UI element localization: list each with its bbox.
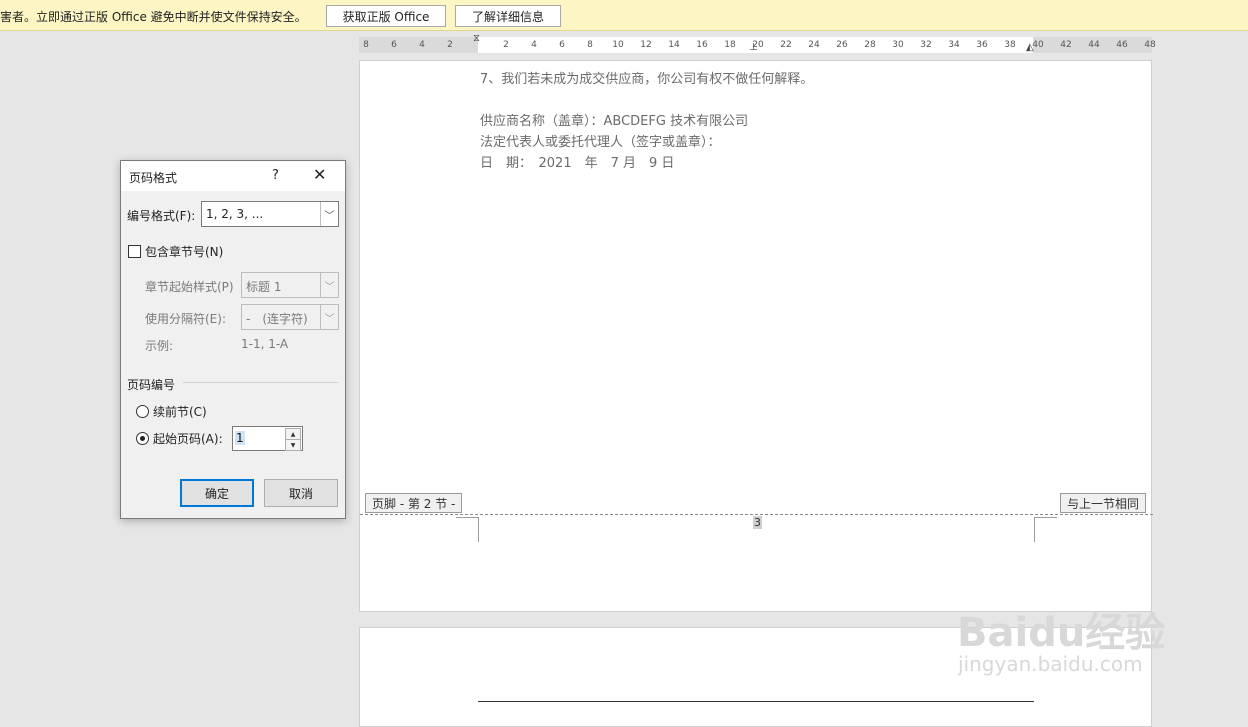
doc-line: 日 期： 2021 年 7 月 9 日 — [480, 156, 675, 171]
number-format-value: 1, 2, 3, ... — [206, 207, 264, 221]
start-at-label[interactable]: 起始页码(A): — [153, 430, 223, 447]
ruler-tick-label: 48 — [1144, 40, 1156, 50]
same-as-previous-tag: 与上一节相同 — [1060, 493, 1147, 513]
first-line-indent-marker[interactable]: ⧖ — [473, 33, 480, 44]
ruler-tick-label: 8 — [363, 40, 369, 50]
ruler-tick-label: 14 — [668, 40, 680, 50]
crop-mark — [1034, 517, 1057, 542]
baidu-watermark: Baidu经验 — [957, 610, 1166, 656]
doc-line: 法定代表人或委托代理人（签字或盖章）： — [480, 135, 721, 150]
doc-line: 7、我们若未成为成交供应商，你公司有权不做任何解释。 — [480, 72, 814, 87]
ruler-tick-label: 44 — [1088, 40, 1100, 50]
header-line — [478, 701, 1034, 702]
chapter-style-value: 标题 1 — [246, 280, 282, 294]
page-numbering-group-label: 页码编号 — [127, 378, 176, 392]
example-value: 1-1, 1-A — [241, 337, 289, 351]
document-page[interactable]: 7、我们若未成为成交供应商，你公司有权不做任何解释。 供应商名称（盖章）：ABC… — [359, 60, 1153, 612]
message-bar: 害者。立即通过正版 Office 避免中断并使文件保持安全。 获取正版 Offi… — [0, 0, 1248, 31]
ruler-tick-label: 12 — [640, 40, 652, 50]
baidu-watermark-url: jingyan.baidu.com — [958, 652, 1143, 676]
horizontal-ruler[interactable]: ⧖ ⊥ ◭ 8 6 4 2 2 4 6 8 10 12 14 16 18 20 22 24 26 28 30 32 34… — [359, 33, 1156, 53]
chevron-down-icon[interactable]: ﹀ — [320, 273, 338, 297]
separator-value: - (连字符) — [246, 312, 308, 326]
ruler-tick-label: 18 — [724, 40, 736, 50]
ruler-tick-label: 40 — [1032, 40, 1044, 50]
ruler-tick-label: 30 — [892, 40, 904, 50]
ruler-tick-label: 22 — [780, 40, 792, 50]
start-at-value: 1 — [235, 431, 245, 445]
footer-boundary — [360, 514, 1153, 515]
page-number-format-dialog: 页码格式 ? ✕ 编号格式(F): 1, 2, 3, ... ﹀ 包含章节号(N… — [120, 160, 346, 519]
ruler-tick-label: 26 — [836, 40, 848, 50]
ruler-tick-label: 28 — [864, 40, 876, 50]
help-icon[interactable]: ? — [272, 168, 279, 183]
message-bar-text: 害者。立即通过正版 Office 避免中断并使文件保持安全。 — [0, 10, 307, 24]
ruler-tick-label: 24 — [808, 40, 820, 50]
ruler-tick-label: 20 — [752, 40, 764, 50]
ruler-tick-label: 2 — [503, 40, 509, 50]
dialog-title: 页码格式 — [129, 171, 178, 185]
separator-label: 使用分隔符(E): — [145, 312, 226, 326]
footer-page-number[interactable]: 3 — [753, 516, 762, 529]
ruler-tick-label: 36 — [976, 40, 988, 50]
doc-line: 供应商名称（盖章）：ABCDEFG 技术有限公司 — [480, 114, 749, 129]
include-chapter-checkbox[interactable] — [128, 245, 141, 258]
ruler-tick-label: 38 — [1004, 40, 1016, 50]
example-label: 示例: — [145, 339, 174, 353]
spin-down-icon[interactable]: ▼ — [285, 439, 301, 451]
dialog-title-bar[interactable]: 页码格式 ? ✕ — [121, 161, 345, 191]
get-genuine-office-button[interactable]: 获取正版 Office — [326, 5, 446, 27]
learn-more-button[interactable]: 了解详细信息 — [455, 5, 561, 27]
cancel-button[interactable]: 取消 — [264, 479, 338, 507]
close-icon[interactable]: ✕ — [313, 165, 326, 184]
crop-mark — [456, 517, 479, 542]
chevron-down-icon[interactable]: ﹀ — [320, 305, 338, 329]
continue-from-previous-label[interactable]: 续前节(C) — [153, 403, 207, 420]
ruler-tick-label: 32 — [920, 40, 932, 50]
ruler-tick-label: 34 — [948, 40, 960, 50]
ruler-tick-label: 2 — [447, 40, 453, 50]
number-format-label: 编号格式(F): — [127, 209, 196, 223]
separator-select[interactable]: - (连字符) ﹀ — [241, 304, 339, 330]
group-divider — [183, 382, 338, 383]
continue-from-previous-radio[interactable] — [136, 405, 149, 418]
ruler-tick-label: 4 — [419, 40, 425, 50]
ok-button[interactable]: 确定 — [180, 479, 254, 507]
footer-section-tag: 页脚 - 第 2 节 - — [365, 493, 463, 513]
ruler-tick-label: 4 — [531, 40, 537, 50]
chevron-down-icon[interactable]: ﹀ — [320, 202, 338, 226]
start-at-input[interactable]: 1 ▲ ▼ — [232, 426, 303, 451]
ruler-tick-label: 6 — [391, 40, 397, 50]
ruler-tick-label: 8 — [587, 40, 593, 50]
number-format-select[interactable]: 1, 2, 3, ... ﹀ — [201, 201, 339, 227]
ruler-tick-label: 16 — [696, 40, 708, 50]
chapter-style-select[interactable]: 标题 1 ﹀ — [241, 272, 339, 298]
start-at-radio[interactable] — [136, 432, 149, 445]
ruler-tick-label: 6 — [559, 40, 565, 50]
ruler-tick-label: 10 — [612, 40, 624, 50]
ruler-tick-label: 46 — [1116, 40, 1128, 50]
chapter-style-label: 章节起始样式(P) — [145, 280, 234, 294]
ruler-tick-label: 42 — [1060, 40, 1072, 50]
include-chapter-label[interactable]: 包含章节号(N) — [145, 243, 223, 260]
